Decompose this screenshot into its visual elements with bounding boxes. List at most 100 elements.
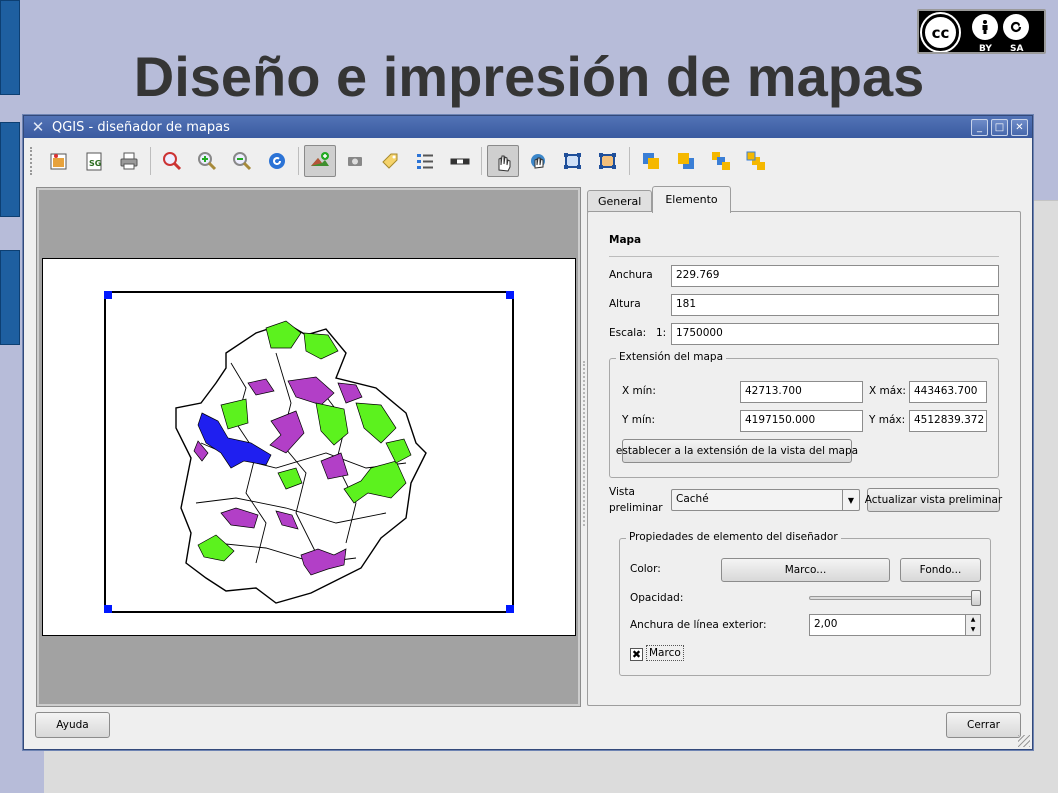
toolbar-grip[interactable]: [30, 147, 36, 175]
slide-decoration-bar: [0, 122, 20, 217]
export-image-icon[interactable]: [43, 145, 75, 177]
map-extent-group: Extensión del mapa X mín: 42713.700 X má…: [609, 351, 999, 478]
frame-checkbox-label[interactable]: Marco: [646, 645, 684, 661]
composer-window: ✕ QGIS - diseñador de mapas _ □ ✕ SG Gen…: [23, 115, 1033, 750]
item-properties-group: Propiedades de elemento del diseñador Co…: [619, 531, 991, 676]
svg-text:SG: SG: [89, 159, 101, 168]
scale-prefix: 1:: [656, 327, 667, 339]
composer-canvas[interactable]: [36, 187, 581, 707]
ymin-label: Y mín:: [622, 414, 656, 426]
ymax-label: Y máx:: [869, 414, 906, 426]
cc-logo-icon: cc: [920, 12, 961, 52]
share-alike-icon: [1003, 14, 1029, 40]
opacity-label: Opacidad:: [630, 592, 684, 604]
frame-color-button[interactable]: Marco...: [721, 558, 890, 582]
opacity-slider-thumb[interactable]: [971, 590, 981, 606]
width-field[interactable]: 229.769: [671, 265, 999, 287]
spin-up-icon[interactable]: ▲: [965, 615, 980, 625]
zoom-in-icon[interactable]: [191, 145, 223, 177]
outline-width-label: Anchura de línea exterior:: [630, 619, 767, 631]
xmax-label: X máx:: [869, 385, 906, 397]
tab-element[interactable]: Elemento: [652, 186, 731, 213]
minimize-button[interactable]: _: [971, 118, 988, 136]
preview-mode-value: Caché: [676, 493, 709, 505]
section-title-map: Mapa: [609, 234, 642, 246]
send-to-back-icon[interactable]: [740, 145, 772, 177]
map-render: [175, 320, 427, 604]
scale-label: Escala:: [609, 327, 647, 339]
zoom-full-icon[interactable]: [156, 145, 188, 177]
outline-width-spinbox[interactable]: 2,00 ▲ ▼: [809, 614, 981, 636]
resize-handle-bottom-right[interactable]: [506, 605, 514, 613]
slide-title: Diseño e impresión de mapas: [133, 45, 925, 108]
item-properties-panel: Mapa Anchura 229.769 Altura 181 Escala: …: [587, 211, 1021, 706]
export-svg-icon[interactable]: SG: [78, 145, 110, 177]
ungroup-icon[interactable]: [592, 145, 624, 177]
frame-checkbox[interactable]: ✖: [630, 648, 643, 661]
section-divider: [609, 256, 999, 257]
add-label-icon[interactable]: [374, 145, 406, 177]
raise-icon[interactable]: [635, 145, 667, 177]
map-item[interactable]: [104, 291, 514, 613]
toolbar-separator: [150, 147, 151, 175]
slide-decoration-bar: [0, 250, 20, 345]
close-window-button[interactable]: ✕: [1011, 118, 1028, 136]
tab-general[interactable]: General: [587, 190, 653, 212]
sa-label: SA: [1010, 44, 1024, 54]
by-label: BY: [979, 44, 992, 54]
add-legend-icon[interactable]: [409, 145, 441, 177]
spin-down-icon[interactable]: ▼: [965, 625, 980, 635]
window-resize-grip[interactable]: [1018, 735, 1030, 747]
background-color-button[interactable]: Fondo...: [900, 558, 981, 582]
height-field[interactable]: 181: [671, 294, 999, 316]
lower-icon[interactable]: [670, 145, 702, 177]
add-scalebar-icon[interactable]: [444, 145, 476, 177]
by-attribution-icon: [972, 14, 998, 40]
splitter-handle[interactable]: [583, 361, 586, 526]
chevron-down-icon[interactable]: ▼: [842, 490, 859, 510]
color-label: Color:: [630, 563, 661, 575]
ymax-field[interactable]: 4512839.372: [909, 410, 987, 432]
bring-to-front-icon[interactable]: [705, 145, 737, 177]
maximize-button[interactable]: □: [991, 118, 1008, 136]
outline-width-value: 2,00: [814, 618, 838, 630]
close-button[interactable]: Cerrar: [946, 712, 1021, 738]
add-map-icon[interactable]: [304, 145, 336, 177]
update-preview-button[interactable]: Actualizar vista preliminar: [865, 488, 1002, 512]
item-properties-title: Propiedades de elemento del diseñador: [626, 531, 841, 543]
preview-mode-select[interactable]: Caché ▼: [671, 489, 860, 511]
move-content-icon[interactable]: [522, 145, 554, 177]
resize-handle-bottom-left[interactable]: [104, 605, 112, 613]
select-move-icon[interactable]: [487, 145, 519, 177]
xmin-field[interactable]: 42713.700: [740, 381, 863, 403]
zoom-out-icon[interactable]: [226, 145, 258, 177]
print-icon[interactable]: [113, 145, 145, 177]
resize-handle-top-left[interactable]: [104, 291, 112, 299]
preview-label-line1: Vista: [609, 486, 635, 498]
scale-field[interactable]: 1750000: [671, 323, 999, 345]
resize-handle-top-right[interactable]: [506, 291, 514, 299]
xmin-label: X mín:: [622, 385, 656, 397]
composer-toolbar: SG: [30, 143, 772, 179]
cc-license-badge: cc BY SA: [917, 9, 1046, 54]
help-button[interactable]: Ayuda: [35, 712, 110, 738]
window-title: QGIS - diseñador de mapas: [52, 119, 230, 135]
item-tabs: General Elemento: [587, 186, 731, 213]
xmax-field[interactable]: 443463.700: [909, 381, 987, 403]
toolbar-separator: [481, 147, 482, 175]
refresh-icon[interactable]: [261, 145, 293, 177]
toolbar-separator: [298, 147, 299, 175]
map-extent-title: Extensión del mapa: [616, 351, 727, 363]
width-label: Anchura: [609, 269, 653, 281]
window-titlebar[interactable]: ✕ QGIS - diseñador de mapas _ □ ✕: [24, 116, 1032, 138]
qgis-app-icon: ✕: [31, 118, 45, 136]
group-icon[interactable]: [557, 145, 589, 177]
add-image-icon[interactable]: [339, 145, 371, 177]
preview-label-line2: preliminar: [609, 502, 663, 514]
opacity-slider-track[interactable]: [809, 596, 981, 600]
ymin-field[interactable]: 4197150.000: [740, 410, 863, 432]
composer-page: [42, 258, 576, 636]
toolbar-separator: [629, 147, 630, 175]
set-to-map-canvas-extent-button[interactable]: establecer a la extensión de la vista de…: [616, 439, 858, 463]
height-label: Altura: [609, 298, 641, 310]
